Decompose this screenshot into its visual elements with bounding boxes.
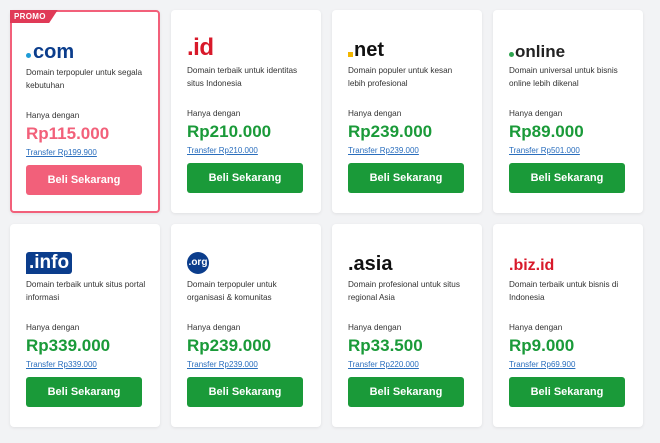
- domain-price: Rp9.000: [509, 336, 575, 355]
- domain-card-asia: .asia Domain profesional untuk situs reg…: [332, 224, 482, 427]
- transfer-price-link[interactable]: Transfer Rp220.000: [348, 360, 419, 369]
- bizid-logo-icon: .biz.id: [509, 257, 555, 274]
- domain-price: Rp89.000: [509, 122, 584, 141]
- domain-card-org: .org Domain terpopuler untuk organisasi …: [171, 224, 321, 427]
- transfer-price-link[interactable]: Transfer Rp210.000: [187, 146, 258, 155]
- domain-price: Rp239.000: [348, 122, 433, 141]
- domain-price: Rp239.000: [187, 336, 272, 355]
- domain-card-info: .info Domain terbaik untuk situs portal …: [10, 224, 160, 427]
- buy-now-button[interactable]: Beli Sekarang: [26, 377, 142, 407]
- transfer-price-link[interactable]: Transfer Rp239.000: [348, 146, 419, 155]
- price-prefix-label: Hanya dengan: [509, 323, 563, 332]
- asia-logo-icon: .asia: [348, 253, 393, 275]
- price-prefix-label: Hanya dengan: [26, 323, 80, 332]
- promo-badge: PROMO: [10, 10, 58, 23]
- domain-description: Domain terbaik untuk bisnis di Indonesia: [509, 280, 619, 302]
- transfer-price-link[interactable]: Transfer Rp69.900: [509, 360, 575, 369]
- domain-card-online: online Domain universal untuk bisnis onl…: [493, 10, 643, 213]
- buy-now-button[interactable]: Beli Sekarang: [348, 163, 464, 193]
- buy-now-button[interactable]: Beli Sekarang: [187, 163, 303, 193]
- domain-description: Domain profesional untuk situs regional …: [348, 280, 460, 302]
- domain-description: Domain populer untuk kesan lebih profesi…: [348, 66, 453, 88]
- buy-now-button[interactable]: Beli Sekarang: [509, 377, 625, 407]
- buy-now-button[interactable]: Beli Sekarang: [187, 377, 303, 407]
- transfer-price-link[interactable]: Transfer Rp501.000: [509, 146, 580, 155]
- transfer-price-link[interactable]: Transfer Rp199.900: [26, 148, 97, 157]
- com-logo-icon: com: [26, 36, 74, 62]
- domain-card-id: .id Domain terbaik untuk identitas situs…: [171, 10, 321, 213]
- domain-price: Rp339.000: [26, 336, 111, 355]
- domain-description: Domain terpopuler untuk organisasi & kom…: [187, 280, 277, 302]
- net-logo-icon: net: [348, 34, 384, 60]
- domain-description: Domain terpopuler untuk segala kebutuhan: [26, 68, 143, 90]
- domain-card-com: PROMO com Domain terpopuler untuk segala…: [10, 10, 160, 213]
- buy-now-button[interactable]: Beli Sekarang: [509, 163, 625, 193]
- price-prefix-label: Hanya dengan: [348, 109, 402, 118]
- transfer-price-link[interactable]: Transfer Rp239.000: [187, 360, 258, 369]
- price-prefix-label: Hanya dengan: [509, 109, 563, 118]
- domain-price: Rp210.000: [187, 122, 272, 141]
- domain-card-bizid: .biz.id Domain terbaik untuk bisnis di I…: [493, 224, 643, 427]
- domain-description: Domain universal untuk bisnis online leb…: [509, 66, 618, 88]
- price-prefix-label: Hanya dengan: [348, 323, 402, 332]
- price-prefix-label: Hanya dengan: [187, 109, 241, 118]
- domain-description: Domain terbaik untuk situs portal inform…: [26, 280, 146, 302]
- buy-now-button[interactable]: Beli Sekarang: [348, 377, 464, 407]
- price-prefix-label: Hanya dengan: [26, 111, 80, 120]
- domain-price: Rp33.500: [348, 336, 423, 355]
- id-logo-icon: .id: [187, 34, 214, 61]
- price-prefix-label: Hanya dengan: [187, 323, 241, 332]
- transfer-price-link[interactable]: Transfer Rp339.000: [26, 360, 97, 369]
- info-logo-icon: .info: [26, 248, 73, 274]
- buy-now-button[interactable]: Beli Sekarang: [26, 165, 142, 195]
- domain-description: Domain terbaik untuk identitas situs Ind…: [187, 66, 298, 88]
- domain-price: Rp115.000: [26, 124, 110, 143]
- org-logo-icon: .org: [187, 248, 209, 274]
- domain-card-net: net Domain populer untuk kesan lebih pro…: [332, 10, 482, 213]
- online-logo-icon: online: [509, 34, 565, 60]
